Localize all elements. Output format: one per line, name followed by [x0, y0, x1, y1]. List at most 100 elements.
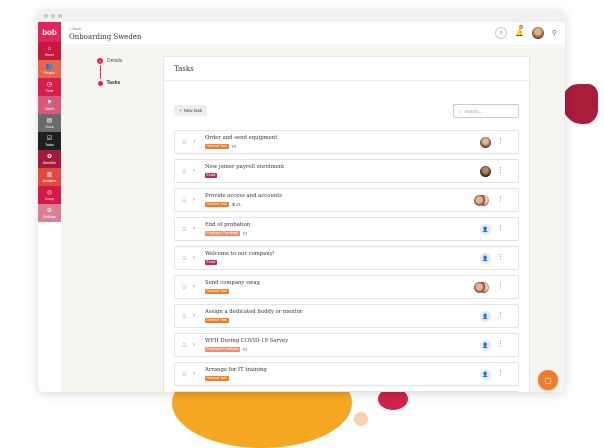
sidebar-item-settings[interactable]: ⚙ Settings — [38, 204, 61, 222]
drag-handle-icon[interactable]: ☰ — [182, 198, 186, 204]
app-window: bob ⌂ Home 👥 People ◷ Time ⚑ Talent ▤ Docs ☑ Tasks ✿… — [38, 10, 565, 392]
task-search-input[interactable]: ⌕ Search... — [453, 104, 519, 118]
more-options-icon[interactable]: ⋮ — [497, 196, 504, 203]
task-row[interactable]: ☰ › End of probation Employee Feedback ☊ 👤 ⋮ — [174, 217, 519, 241]
search-icon[interactable]: ⌕ — [495, 27, 508, 39]
drag-handle-icon[interactable]: ☰ — [182, 285, 186, 291]
plus-icon: + — [179, 108, 182, 113]
notifications-bell-icon[interactable]: 🔔 2 — [515, 25, 524, 37]
window-dot — [58, 14, 62, 18]
task-row[interactable]: ☰ › Order and send equipment General Task ☊ ⋮ — [174, 130, 519, 154]
sidebar-item-docs[interactable]: ▤ Docs — [38, 114, 61, 132]
chevron-right-icon[interactable]: › — [193, 313, 195, 319]
more-options-icon[interactable]: ⋮ — [497, 370, 504, 377]
sidebar-item-label: Talent — [44, 106, 55, 111]
pin-icon[interactable]: ⚲ — [552, 29, 557, 37]
task-name: WFH During COVID-19 Survey — [205, 338, 289, 344]
sidebar-item-benefits[interactable]: ✿ Benefits — [38, 150, 61, 168]
assignee-avatar[interactable]: 👤 — [480, 340, 491, 351]
task-row[interactable]: ☰›HR introduction — [174, 391, 519, 392]
chat-launcher-icon[interactable]: ▢ — [538, 370, 558, 390]
assignee-avatar[interactable] — [474, 195, 489, 206]
check-icon: ✓ — [97, 58, 103, 64]
sidebar-item-talent[interactable]: ⚑ Talent — [38, 96, 61, 114]
drag-handle-icon[interactable]: ☰ — [182, 227, 186, 233]
new-task-button[interactable]: + New task — [174, 105, 208, 116]
more-options-icon[interactable]: ⋮ — [497, 312, 504, 319]
assignee-avatar[interactable]: 👤 — [480, 224, 491, 235]
task-row[interactable]: ☰ › Provide access and accounts General Tas… — [174, 188, 519, 212]
app-logo[interactable]: bob — [38, 22, 61, 42]
chevron-right-icon[interactable]: › — [193, 197, 195, 203]
task-name: Provide access and accounts — [205, 193, 283, 199]
sidebar-item-tasks[interactable]: ☑ Tasks — [38, 132, 61, 150]
task-name: Order and send equipment — [205, 135, 278, 141]
sidebar-item-people[interactable]: 👥 People — [38, 60, 61, 78]
chevron-right-icon[interactable]: › — [193, 284, 195, 290]
assignee-avatar[interactable]: 👤 — [480, 311, 491, 322]
chevron-right-icon[interactable]: › — [193, 342, 195, 348]
task-row[interactable]: ☰ › Send company swag General Task ⋮ — [174, 275, 519, 299]
assignee-avatar[interactable]: 👤 — [480, 369, 491, 380]
task-name: Assign a dedicated buddy or mentor — [205, 309, 303, 315]
comp-icon: ◎ — [46, 189, 53, 196]
task-attachments-icon: ⧗ ☊ — [232, 202, 241, 207]
sidebar-item-label: Analytics — [42, 178, 57, 183]
task-name: Welcome to our company! — [205, 251, 275, 257]
header-actions: ⌕ 🔔 2 ⚲ — [495, 25, 557, 39]
back-link[interactable]: < Back — [69, 26, 81, 31]
drag-handle-icon[interactable]: ☰ — [182, 343, 186, 349]
current-step-dot-icon — [97, 80, 103, 86]
sidebar-item-comp[interactable]: ◎ Comp — [38, 186, 61, 204]
sidebar-item-label: Time — [45, 88, 54, 93]
panel-title: Tasks — [164, 57, 529, 81]
drag-handle-icon[interactable]: ☰ — [182, 314, 186, 320]
people-icon: 👥 — [45, 63, 54, 70]
assignee-avatar[interactable] — [480, 137, 491, 148]
drag-handle-icon[interactable]: ☰ — [182, 256, 186, 262]
page-header: < Back Onboarding Sweden ⌕ 🔔 2 ⚲ — [61, 22, 565, 46]
more-options-icon[interactable]: ⋮ — [497, 138, 504, 145]
step-label: Tasks — [106, 80, 121, 86]
more-options-icon[interactable]: ⋮ — [497, 254, 504, 261]
assignee-avatar[interactable] — [480, 166, 491, 177]
decor-peach-dot — [354, 412, 368, 426]
sidebar-item-home[interactable]: ⌂ Home — [38, 42, 61, 60]
step-label: Details — [107, 58, 123, 64]
sidebar-item-analytics[interactable]: ▥ Analytics — [38, 168, 61, 186]
task-row[interactable]: ☰ › Arrange for IT training General Task 👤 ⋮ — [174, 362, 519, 386]
task-attachments-icon: ☊ — [232, 144, 236, 149]
task-row[interactable]: ☰ › Assign a dedicated buddy or mentor Gene… — [174, 304, 519, 328]
new-task-label: New task — [183, 108, 203, 113]
assignee-avatar[interactable]: 👤 — [480, 253, 491, 264]
chevron-right-icon[interactable]: › — [193, 226, 195, 232]
drag-handle-icon[interactable]: ☰ — [182, 140, 186, 146]
drag-handle-icon[interactable]: ☰ — [182, 169, 186, 175]
task-name: End of probation — [205, 222, 251, 228]
more-options-icon[interactable]: ⋮ — [497, 225, 504, 232]
task-row[interactable]: ☰ › New joiner payroll enrolment Email ⋮ — [174, 159, 519, 183]
task-row[interactable]: ☰ › Welcome to our company! Email 👤 ⋮ — [174, 246, 519, 270]
window-titlebar — [38, 10, 565, 22]
step-details[interactable]: ✓ Details — [97, 57, 122, 65]
tasks-toolbar: + New task ⌕ Search... — [174, 104, 519, 119]
sidebar-nav: ⌂ Home 👥 People ◷ Time ⚑ Talent ▤ Docs ☑ Tasks ✿ Bene… — [38, 42, 61, 222]
gift-icon: ✿ — [46, 153, 53, 160]
user-avatar[interactable] — [531, 27, 544, 39]
task-type-tag: General Task — [205, 318, 229, 323]
chevron-right-icon[interactable]: › — [193, 139, 195, 145]
more-options-icon[interactable]: ⋮ — [497, 283, 504, 290]
chevron-right-icon[interactable]: › — [193, 371, 195, 377]
sidebar-item-time[interactable]: ◷ Time — [38, 78, 61, 96]
window-dot — [44, 14, 48, 18]
chevron-right-icon[interactable]: › — [193, 168, 195, 174]
step-tasks[interactable]: Tasks — [97, 79, 122, 87]
window-dot — [51, 14, 55, 18]
assignee-avatar[interactable] — [474, 282, 489, 293]
task-type-tag: General Task — [205, 376, 229, 381]
more-options-icon[interactable]: ⋮ — [497, 341, 504, 348]
chevron-right-icon[interactable]: › — [193, 255, 195, 261]
task-row[interactable]: ☰ › WFH During COVID-19 Survey Employee Fee… — [174, 333, 519, 357]
more-options-icon[interactable]: ⋮ — [497, 167, 504, 174]
drag-handle-icon[interactable]: ☰ — [182, 372, 186, 378]
